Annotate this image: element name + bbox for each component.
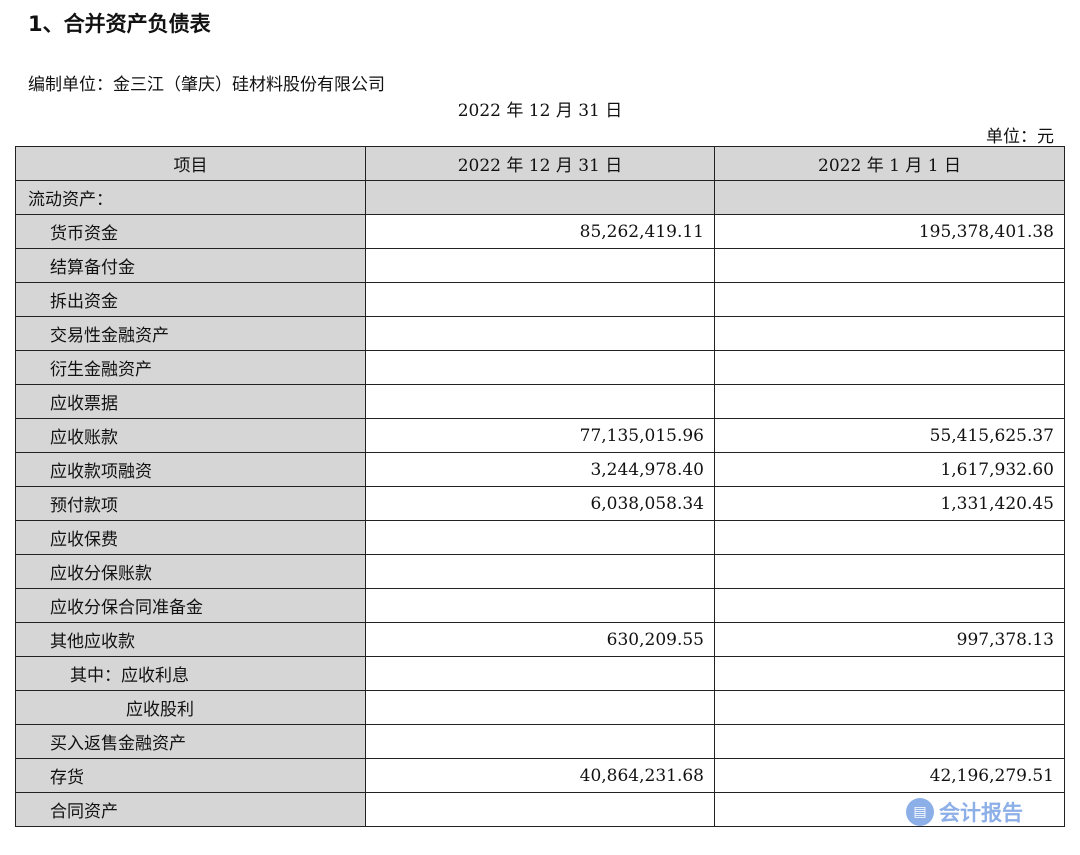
row-item-label: 结算备付金 — [15, 248, 366, 283]
row-item-label: 其他应收款 — [15, 622, 366, 657]
table-row: 交易性金融资产 — [15, 316, 1065, 351]
row-current-value: 77,135,015.96 — [365, 418, 715, 453]
row-current-value: 85,262,419.11 — [365, 214, 715, 249]
row-previous-value — [714, 316, 1065, 351]
table-row: 衍生金融资产 — [15, 350, 1065, 385]
row-item-label: 货币资金 — [15, 214, 366, 249]
row-current-value — [365, 656, 715, 691]
table-row: 存货 40,864,231.68 42,196,279.51 — [15, 758, 1065, 793]
row-current-value — [365, 384, 715, 419]
row-current-value — [365, 554, 715, 589]
row-current-value — [365, 248, 715, 283]
watermark: ▤ 会计报告 — [906, 797, 1023, 827]
row-item-label: 应收股利 — [15, 690, 366, 725]
row-item-label: 拆出资金 — [15, 282, 366, 317]
table-row: 应收分保账款 — [15, 554, 1065, 589]
table-row: 预付款项 6,038,058.34 1,331,420.45 — [15, 486, 1065, 521]
row-item-label: 买入返售金融资产 — [15, 724, 366, 759]
table-row: 应收保费 — [15, 520, 1065, 555]
watermark-text: 会计报告 — [939, 801, 1023, 825]
row-current-value: 3,244,978.40 — [365, 452, 715, 487]
row-item-label: 应收分保账款 — [15, 554, 366, 589]
row-current-value — [365, 690, 715, 725]
row-current-value — [365, 792, 715, 827]
row-current-value — [365, 282, 715, 317]
table-row: 应收股利 — [15, 690, 1065, 725]
row-item-label: 应收分保合同准备金 — [15, 588, 366, 623]
table-row: 应收款项融资 3,244,978.40 1,617,932.60 — [15, 452, 1065, 487]
document-icon: ▤ — [906, 798, 934, 826]
row-previous-value — [714, 350, 1065, 385]
table-row: 流动资产： — [15, 180, 1065, 215]
table-row: 结算备付金 — [15, 248, 1065, 283]
row-current-value — [365, 724, 715, 759]
row-current-value: 6,038,058.34 — [365, 486, 715, 521]
compiling-unit: 编制单位：金三江（肇庆）硅材料股份有限公司 — [28, 75, 385, 95]
row-previous-value — [714, 384, 1065, 419]
row-previous-value: 997,378.13 — [714, 622, 1065, 657]
row-previous-value — [714, 724, 1065, 759]
row-item-label: 应收账款 — [15, 418, 366, 453]
row-previous-value — [714, 588, 1065, 623]
row-current-value — [365, 350, 715, 385]
row-previous-value: 42,196,279.51 — [714, 758, 1065, 793]
row-item-label: 应收款项融资 — [15, 452, 366, 487]
row-item-label: 应收保费 — [15, 520, 366, 555]
table-row: 货币资金 85,262,419.11 195,378,401.38 — [15, 214, 1065, 249]
table-row: 应收分保合同准备金 — [15, 588, 1065, 623]
row-previous-value — [714, 520, 1065, 555]
row-current-value — [365, 180, 715, 215]
row-current-value: 630,209.55 — [365, 622, 715, 657]
table-row: 其他应收款 630,209.55 997,378.13 — [15, 622, 1065, 657]
row-previous-value: 55,415,625.37 — [714, 418, 1065, 453]
table-row: 应收账款 77,135,015.96 55,415,625.37 — [15, 418, 1065, 453]
header-current-period: 2022 年 12 月 31 日 — [365, 146, 715, 181]
row-previous-value — [714, 282, 1065, 317]
table-row: 应收票据 — [15, 384, 1065, 419]
row-item-label: 预付款项 — [15, 486, 366, 521]
row-previous-value: 1,617,932.60 — [714, 452, 1065, 487]
row-previous-value — [714, 180, 1065, 215]
row-current-value: 40,864,231.68 — [365, 758, 715, 793]
row-item-label: 合同资产 — [15, 792, 366, 827]
row-previous-value — [714, 554, 1065, 589]
balance-sheet-table: 项目 2022 年 12 月 31 日 2022 年 1 月 1 日 流动资产：… — [15, 146, 1065, 827]
row-item-label: 衍生金融资产 — [15, 350, 366, 385]
row-previous-value — [714, 690, 1065, 725]
row-current-value — [365, 316, 715, 351]
row-previous-value — [714, 656, 1065, 691]
row-current-value — [365, 520, 715, 555]
table-row: 其中：应收利息 — [15, 656, 1065, 691]
table-row: 买入返售金融资产 — [15, 724, 1065, 759]
row-item-label: 流动资产： — [15, 180, 366, 215]
currency-unit: 单位：元 — [986, 127, 1054, 147]
row-item-label: 应收票据 — [15, 384, 366, 419]
table-row: 拆出资金 — [15, 282, 1065, 317]
row-previous-value: 1,331,420.45 — [714, 486, 1065, 521]
row-item-label: 其中：应收利息 — [15, 656, 366, 691]
header-previous-period: 2022 年 1 月 1 日 — [714, 146, 1065, 181]
row-current-value — [365, 588, 715, 623]
header-item: 项目 — [15, 146, 366, 181]
report-date: 2022 年 12 月 31 日 — [457, 101, 623, 121]
row-item-label: 交易性金融资产 — [15, 316, 366, 351]
row-previous-value: 195,378,401.38 — [714, 214, 1065, 249]
section-heading: 1、合并资产负债表 — [28, 12, 211, 36]
table-header-row: 项目 2022 年 12 月 31 日 2022 年 1 月 1 日 — [15, 146, 1065, 181]
row-previous-value — [714, 248, 1065, 283]
row-item-label: 存货 — [15, 758, 366, 793]
